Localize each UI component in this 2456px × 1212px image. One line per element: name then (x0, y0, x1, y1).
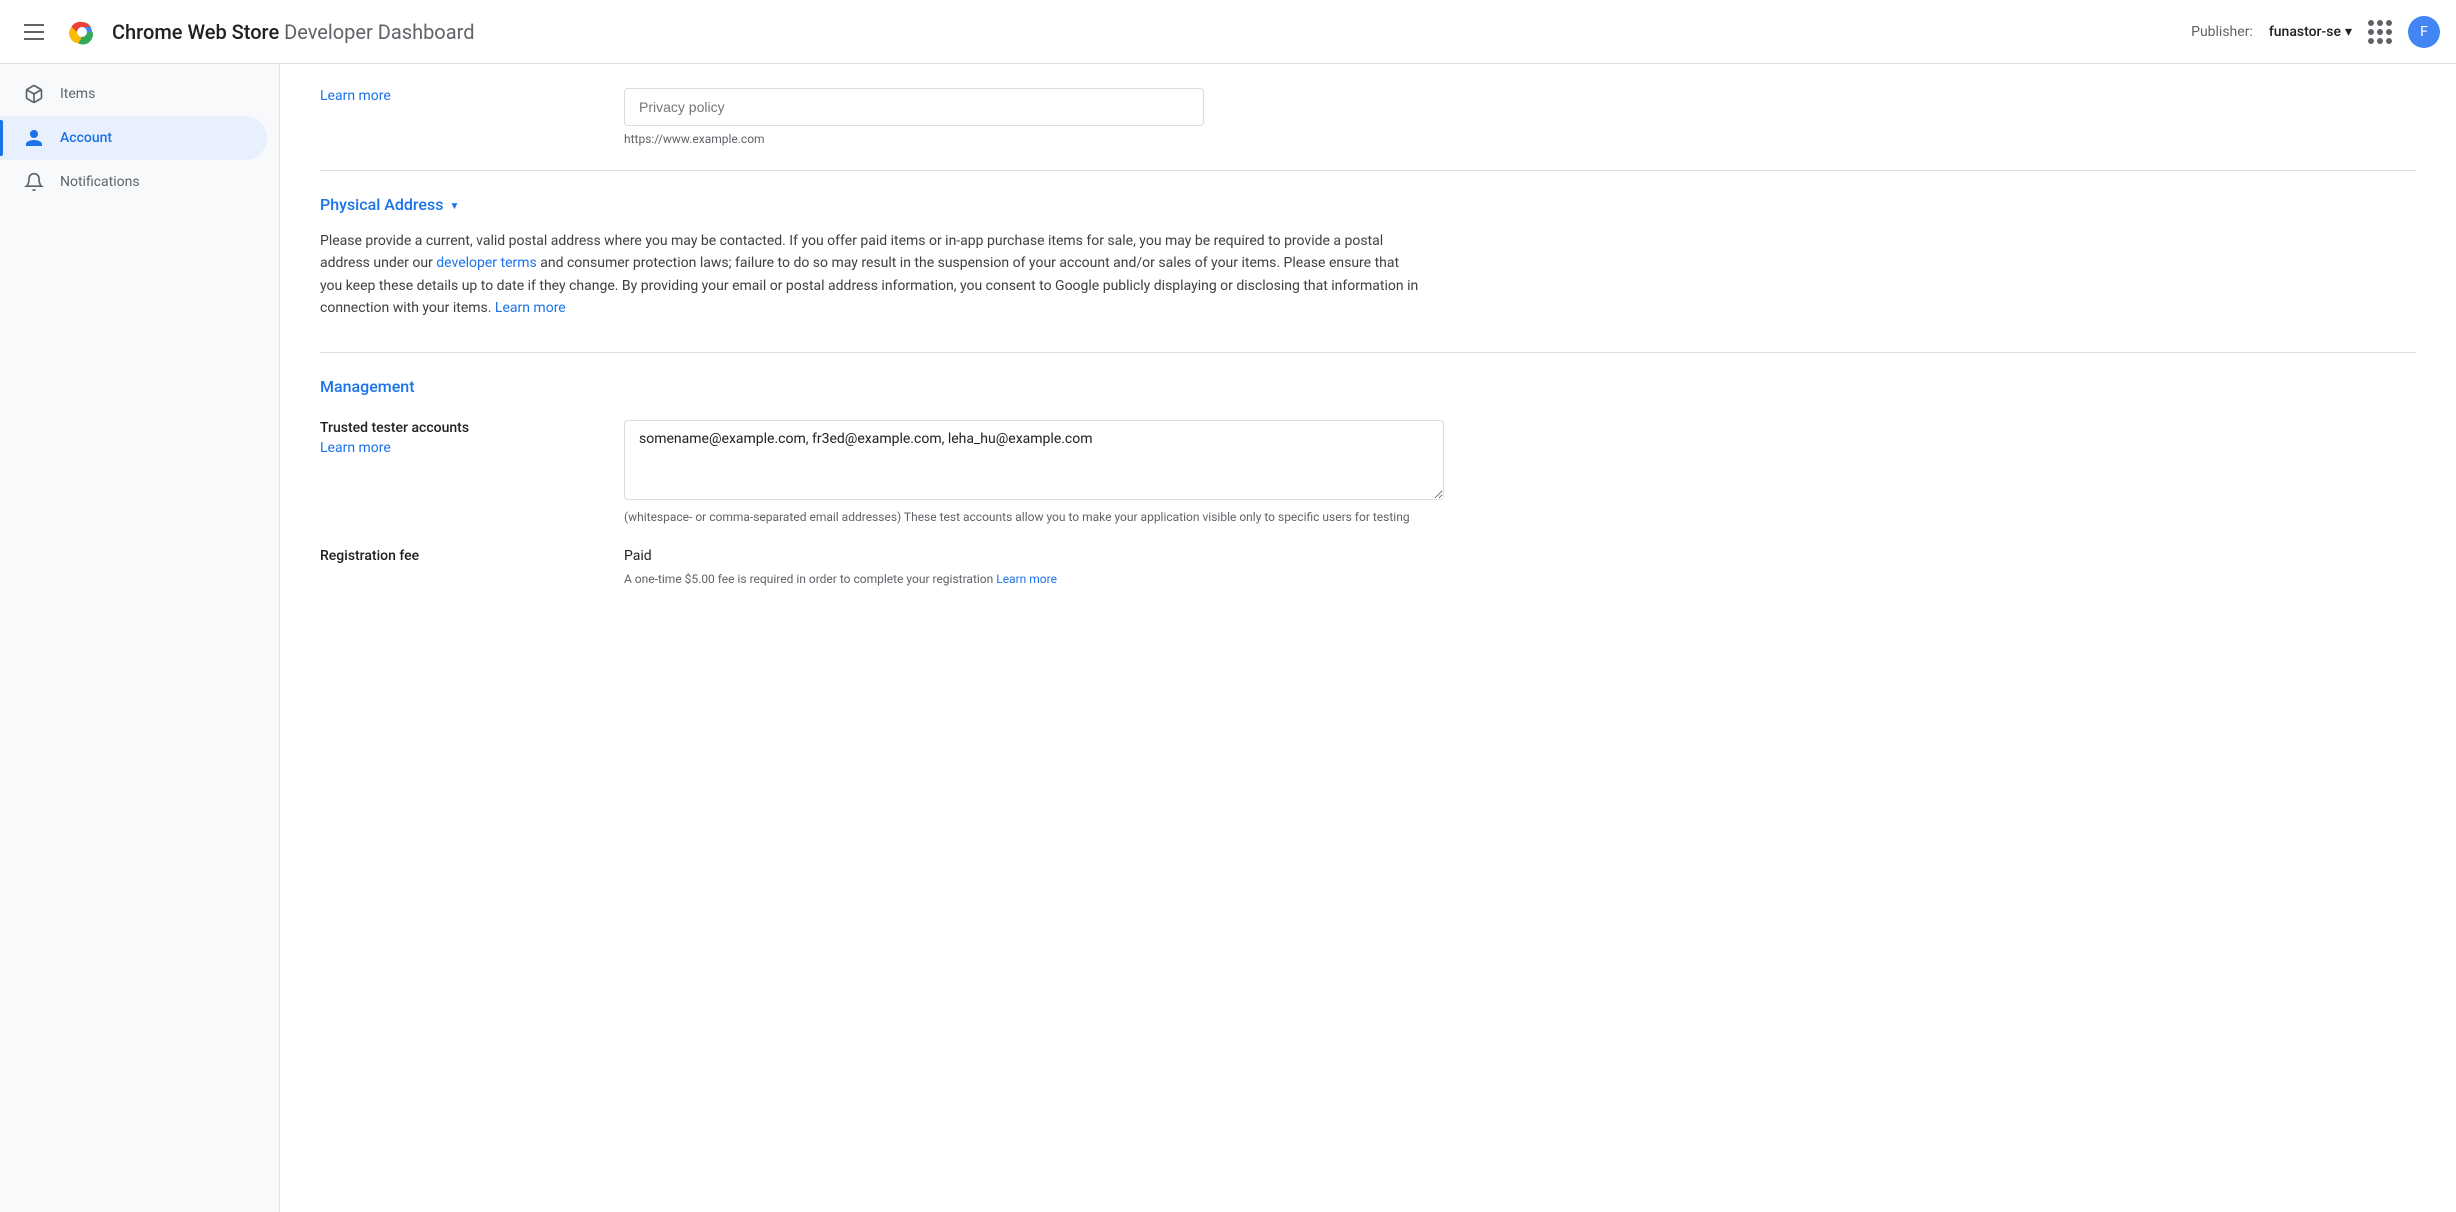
trusted-tester-textarea[interactable]: somename@example.com, fr3ed@example.com,… (624, 420, 1444, 500)
registration-fee-label: Registration fee (320, 548, 419, 564)
physical-address-section: Physical Address Please provide a curren… (320, 195, 2416, 320)
physical-address-header[interactable]: Physical Address (320, 195, 2416, 214)
header-title: Chrome Web Store Developer Dashboard (112, 20, 474, 44)
chevron-down-icon: ▾ (2345, 24, 2352, 40)
apps-grid-icon[interactable] (2368, 20, 2392, 44)
section-divider (320, 170, 2416, 171)
registration-fee-row: Registration fee Paid A one-time $5.00 f… (320, 548, 2416, 586)
sidebar-item-items[interactable]: Items (0, 72, 267, 116)
trusted-tester-label-col: Trusted tester accounts Learn more (320, 420, 600, 456)
account-circle-icon (24, 128, 44, 148)
header-left: Chrome Web Store Developer Dashboard (16, 14, 2191, 50)
sidebar-item-notifications[interactable]: Notifications (0, 160, 267, 204)
trusted-tester-input-col: somename@example.com, fr3ed@example.com,… (624, 420, 2416, 524)
registration-fee-value: Paid (624, 548, 2416, 564)
management-title: Management (320, 377, 2416, 396)
privacy-policy-hint: https://www.example.com (624, 132, 2416, 146)
sidebar-item-label: Items (60, 86, 95, 102)
registration-fee-learn-more-link[interactable]: Learn more (996, 572, 1057, 586)
app-header: Chrome Web Store Developer Dashboard Pub… (0, 0, 2456, 64)
app-layout: Items Account Notifications Le (0, 64, 2456, 1212)
publisher-label: Publisher: (2191, 24, 2253, 40)
trusted-tester-row: Trusted tester accounts Learn more somen… (320, 420, 2416, 524)
management-section: Management Trusted tester accounts Learn… (320, 377, 2416, 586)
registration-fee-value-col: Paid A one-time $5.00 fee is required in… (624, 548, 2416, 586)
bell-icon (24, 172, 44, 192)
privacy-policy-section: Learn more https://www.example.com (320, 88, 2416, 146)
package-icon (24, 84, 44, 104)
developer-terms-link[interactable]: developer terms (436, 255, 537, 271)
sidebar-item-label: Notifications (60, 174, 140, 190)
section-divider-2 (320, 352, 2416, 353)
privacy-policy-input[interactable] (624, 88, 1204, 126)
privacy-policy-input-col: https://www.example.com (624, 88, 2416, 146)
trusted-tester-label: Trusted tester accounts (320, 420, 469, 436)
publisher-dropdown[interactable]: funastor-se ▾ (2269, 24, 2352, 40)
trusted-tester-learn-more-link[interactable]: Learn more (320, 440, 600, 456)
physical-address-chevron-icon (449, 197, 459, 213)
registration-fee-hint: A one-time $5.00 fee is required in orde… (624, 572, 2416, 586)
privacy-policy-learn-more-link[interactable]: Learn more (320, 88, 391, 104)
hamburger-icon[interactable] (16, 16, 52, 48)
physical-address-title: Physical Address (320, 195, 443, 214)
physical-address-description: Please provide a current, valid postal a… (320, 230, 1420, 320)
user-avatar[interactable]: F (2408, 16, 2440, 48)
sidebar: Items Account Notifications (0, 64, 280, 1212)
privacy-policy-label-col: Learn more (320, 88, 600, 104)
physical-address-learn-more-link[interactable]: Learn more (495, 300, 566, 316)
sidebar-item-account[interactable]: Account (0, 116, 267, 160)
sidebar-item-label: Account (60, 130, 112, 146)
registration-fee-label-col: Registration fee (320, 548, 600, 564)
trusted-tester-hint: (whitespace- or comma-separated email ad… (624, 510, 1444, 524)
main-content: Learn more https://www.example.com Physi… (280, 64, 2456, 1212)
chrome-logo (64, 14, 100, 50)
header-right: Publisher: funastor-se ▾ F (2191, 16, 2440, 48)
